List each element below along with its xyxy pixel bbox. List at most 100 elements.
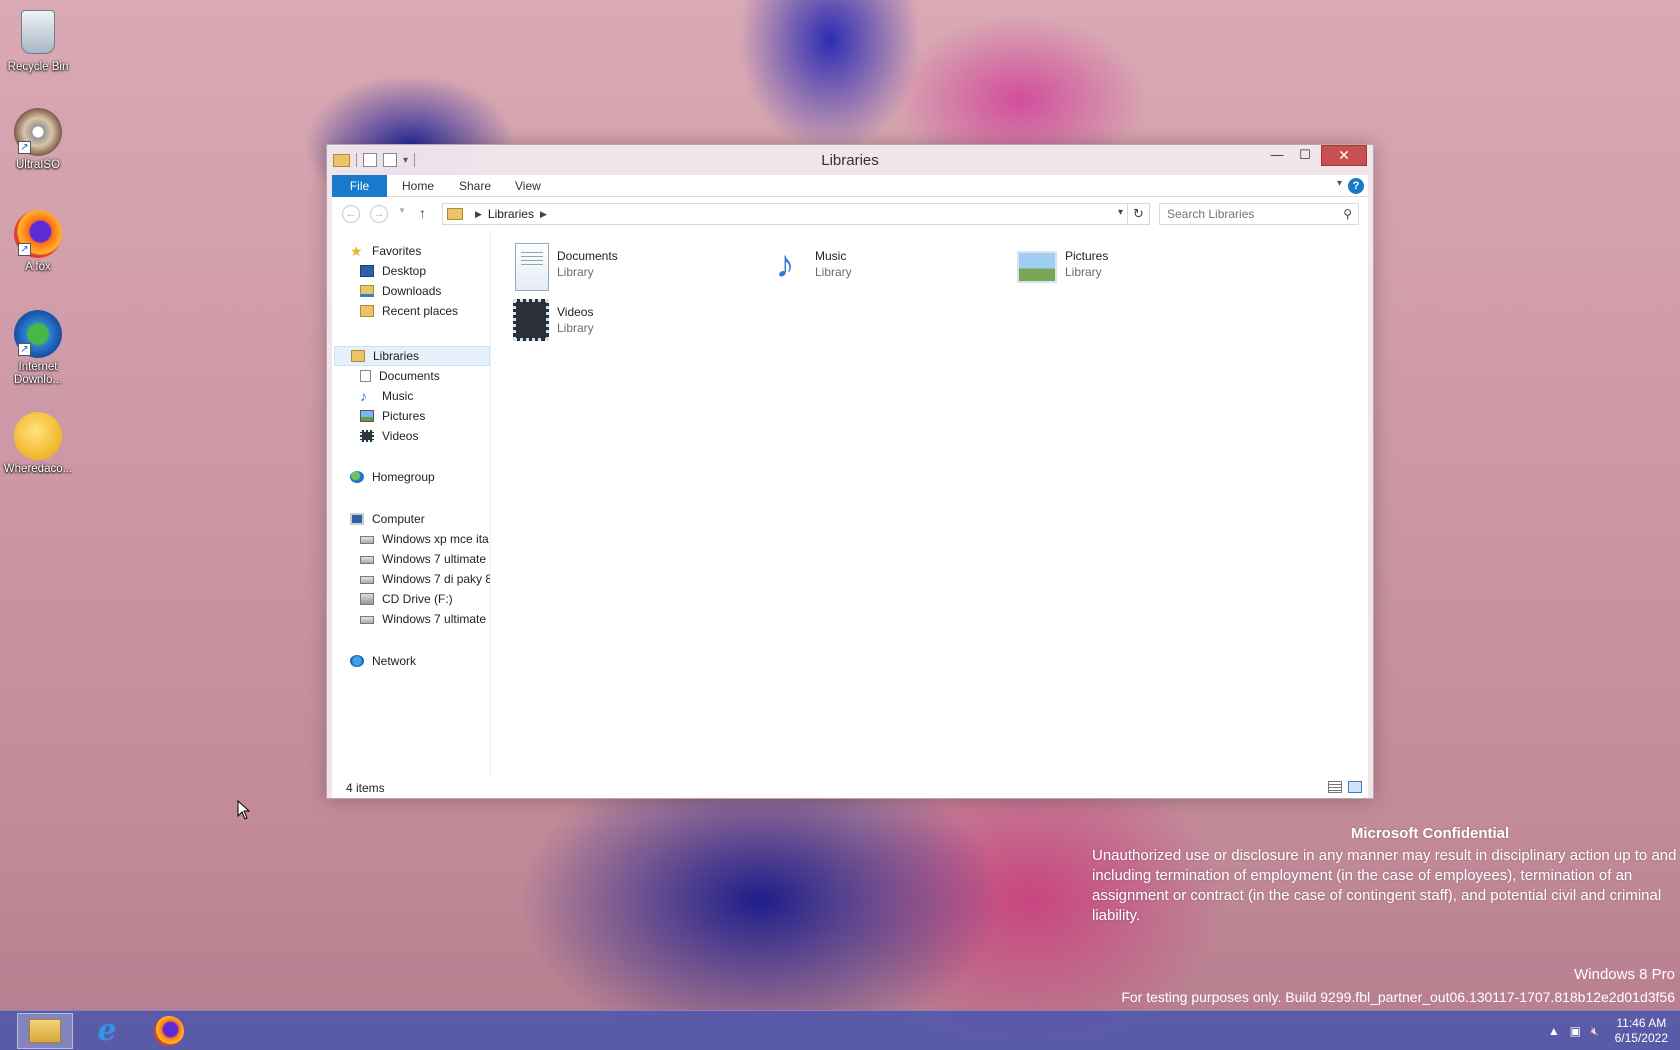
- clock[interactable]: 11:46 AM 6/15/2022: [1615, 1016, 1668, 1046]
- nav-label: Homegroup: [372, 470, 435, 484]
- search-input[interactable]: [1160, 204, 1330, 224]
- nav-pictures[interactable]: Pictures: [360, 406, 425, 426]
- forward-button[interactable]: →: [370, 205, 388, 223]
- music-library-icon: ♪: [775, 244, 795, 286]
- expand-ribbon-icon[interactable]: ▾: [1337, 178, 1342, 189]
- pictures-library-icon: [1017, 251, 1057, 283]
- recent-locations-chevron-icon[interactable]: ▼: [398, 206, 406, 215]
- shortcut-arrow-icon: ↗: [18, 343, 31, 356]
- nav-drive[interactable]: Windows 7 ultimate: [360, 549, 486, 569]
- address-bar[interactable]: ▶ Libraries ▶ ▾: [442, 203, 1128, 225]
- back-button[interactable]: ←: [342, 205, 360, 223]
- desktop-icon-label: Internet Downlo...: [14, 361, 62, 386]
- nav-label: Downloads: [382, 284, 442, 298]
- nav-computer[interactable]: Computer: [350, 509, 425, 529]
- library-name: Documents: [557, 249, 618, 263]
- computer-icon: [350, 513, 364, 525]
- documents-library-icon: [515, 243, 549, 291]
- desktop-icon-recycle-bin[interactable]: Recycle Bin: [2, 8, 74, 74]
- shortcut-arrow-icon: ↗: [18, 243, 31, 256]
- hard-drive-icon: [360, 536, 374, 544]
- nav-network[interactable]: Network: [350, 651, 416, 671]
- libraries-folder-icon: [447, 208, 463, 220]
- nav-drive[interactable]: Windows xp mce ita: [360, 529, 489, 549]
- minimize-button[interactable]: —: [1263, 147, 1291, 168]
- nav-label: Desktop: [382, 264, 427, 278]
- nav-label: Windows 7 di paky 8: [382, 572, 490, 586]
- close-button[interactable]: ✕: [1321, 145, 1367, 166]
- show-hidden-icons-icon[interactable]: ▲: [1548, 1024, 1560, 1038]
- explorer-body: ★ Favorites Desktop Downloads Recent plac…: [332, 231, 1368, 778]
- taskbar-file-explorer[interactable]: [17, 1013, 73, 1049]
- nav-desktop[interactable]: Desktop: [360, 261, 426, 281]
- nav-label: Network: [372, 654, 417, 668]
- nav-label: CD Drive (F:): [382, 592, 453, 606]
- volume-muted-icon[interactable]: 🔇︎: [1591, 1024, 1599, 1039]
- firefox-icon: ↗: [14, 210, 62, 258]
- desktop-icon-wheredaco[interactable]: Wheredaco...: [2, 412, 74, 476]
- nav-recent-places[interactable]: Recent places: [360, 301, 458, 321]
- nav-label: Pictures: [382, 409, 426, 423]
- tab-view[interactable]: View: [503, 175, 553, 197]
- library-type: Library: [557, 321, 594, 335]
- breadcrumb-arrow-icon[interactable]: ▶: [540, 209, 547, 220]
- nav-label: Windows xp mce ita: [382, 532, 489, 546]
- nav-favorites[interactable]: ★ Favorites: [350, 241, 421, 261]
- desktop-icon-firefox[interactable]: ↗ A fox: [2, 210, 74, 274]
- recycle-bin-icon: [14, 10, 62, 58]
- pictures-icon: [360, 410, 374, 422]
- nav-documents[interactable]: Documents: [360, 366, 440, 386]
- navigation-bar: ← → ▼ ↑ ▶ Libraries ▶ ▾ ↻ ⚲: [332, 197, 1368, 231]
- cd-drive-icon: [360, 593, 374, 605]
- nav-label: Windows 7 ultimate: [382, 612, 487, 626]
- breadcrumb-arrow-icon[interactable]: ▶: [475, 209, 482, 220]
- maximize-button[interactable]: ☐: [1291, 147, 1319, 168]
- large-icons-view-icon[interactable]: [1348, 781, 1362, 793]
- music-icon: ♪: [360, 388, 367, 404]
- taskbar: e ▲ ▣ 🔇︎ 11:46 AM 6/15/2022: [0, 1010, 1680, 1050]
- refresh-button[interactable]: ↻: [1128, 203, 1150, 225]
- nav-homegroup[interactable]: Homegroup: [350, 467, 435, 487]
- nav-videos[interactable]: Videos: [360, 426, 418, 446]
- up-button[interactable]: ↑: [419, 205, 426, 221]
- taskbar-firefox[interactable]: [141, 1013, 197, 1049]
- nav-libraries[interactable]: Libraries: [334, 346, 490, 366]
- nav-music[interactable]: ♪ Music: [360, 386, 413, 406]
- search-box[interactable]: ⚲: [1159, 203, 1359, 225]
- title-bar[interactable]: ▾ Libraries — ☐ ✕: [327, 145, 1373, 175]
- build-string: For testing purposes only. Build 9299.fb…: [1121, 989, 1675, 1005]
- confidential-text: Unauthorized use or disclosure in any ma…: [1092, 847, 1677, 924]
- nav-drive[interactable]: Windows 7 ultimate: [360, 609, 486, 629]
- documents-icon: [360, 370, 371, 382]
- library-item-documents[interactable]: Documents Library: [509, 243, 709, 293]
- tab-file[interactable]: File: [332, 175, 387, 197]
- library-name: Pictures: [1065, 249, 1109, 263]
- help-button[interactable]: ?: [1348, 178, 1364, 194]
- desktop-icon-ultraiso[interactable]: ↗ UltraISO: [2, 108, 74, 172]
- homegroup-icon: [350, 471, 364, 483]
- nav-label: Documents: [379, 369, 440, 383]
- nav-drive[interactable]: Windows 7 di paky 8: [360, 569, 490, 589]
- nav-label: Favorites: [372, 244, 422, 258]
- clock-time: 11:46 AM: [1616, 1016, 1667, 1030]
- details-view-icon[interactable]: [1328, 781, 1342, 793]
- tab-share[interactable]: Share: [447, 175, 503, 197]
- library-type: Library: [557, 265, 594, 279]
- explorer-window: ▾ Libraries — ☐ ✕ File Home Share View ▾…: [326, 144, 1374, 799]
- breadcrumb-libraries[interactable]: Libraries: [488, 207, 534, 221]
- navigation-pane: ★ Favorites Desktop Downloads Recent plac…: [332, 231, 490, 778]
- videos-library-icon: [513, 299, 549, 341]
- tab-home[interactable]: Home: [390, 175, 446, 197]
- nav-downloads[interactable]: Downloads: [360, 281, 441, 301]
- nav-cd-drive[interactable]: CD Drive (F:): [360, 589, 453, 609]
- library-item-pictures[interactable]: Pictures Library: [1017, 243, 1217, 293]
- address-history-chevron-icon[interactable]: ▾: [1118, 207, 1123, 218]
- item-count: 4 items: [346, 781, 385, 795]
- library-item-videos[interactable]: Videos Library: [509, 299, 709, 349]
- desktop-icon-idm[interactable]: ↗ Internet Downlo...: [2, 310, 74, 387]
- star-icon: ★: [350, 243, 363, 259]
- library-item-music[interactable]: ♪ Music Library: [763, 243, 963, 293]
- search-icon[interactable]: ⚲: [1343, 207, 1352, 221]
- network-status-icon[interactable]: ▣: [1570, 1024, 1581, 1038]
- taskbar-internet-explorer[interactable]: e: [79, 1013, 135, 1049]
